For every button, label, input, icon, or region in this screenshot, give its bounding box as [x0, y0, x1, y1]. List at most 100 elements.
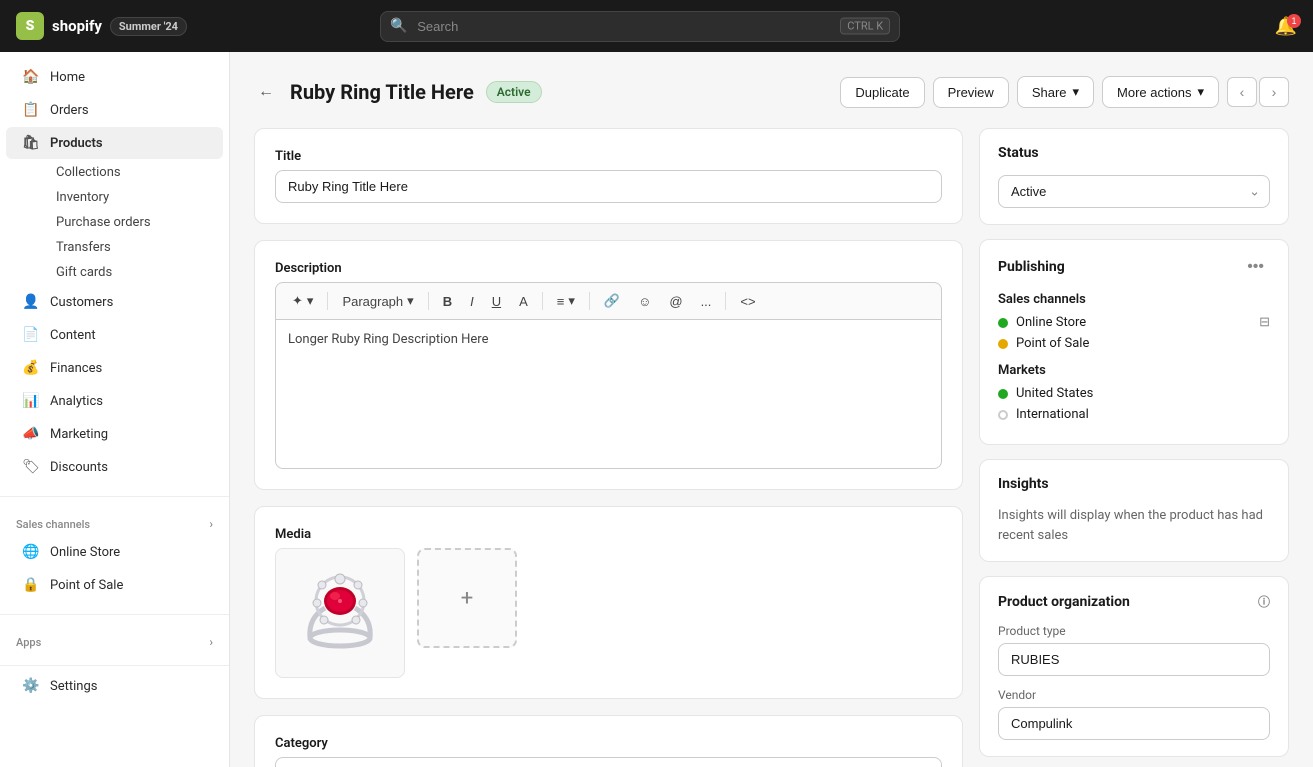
- description-card: Description ✦ ▾ Paragraph ▾ B I U: [254, 240, 963, 490]
- sidebar-item-pos[interactable]: 🔒 Point of Sale: [6, 569, 223, 601]
- online-store-publish-icon[interactable]: ⊟: [1259, 315, 1270, 330]
- online-store-channel-row: Online Store ⊟: [998, 315, 1270, 330]
- rte-align-button[interactable]: ≡ ▾: [549, 289, 583, 313]
- sidebar-item-gift-cards[interactable]: Gift cards: [44, 260, 229, 285]
- rte-font-color-button[interactable]: A: [511, 290, 536, 313]
- sales-channels-sublabel: Sales channels: [998, 292, 1270, 307]
- paragraph-label: Paragraph: [342, 294, 403, 309]
- sidebar-item-settings[interactable]: ⚙️ Settings: [6, 670, 223, 702]
- product-type-input[interactable]: [998, 643, 1270, 676]
- sidebar-item-transfers[interactable]: Transfers: [44, 235, 229, 260]
- vendor-input[interactable]: [998, 707, 1270, 740]
- organization-card: Product organization ⓘ Product type Vend…: [979, 576, 1289, 757]
- magic-icon: ✦: [292, 293, 303, 309]
- sidebar-item-analytics[interactable]: 📊 Analytics: [6, 385, 223, 417]
- nav-arrows: ‹ ›: [1227, 77, 1289, 107]
- finances-icon: 💰: [22, 359, 40, 377]
- rte-separator-3: [542, 292, 543, 310]
- sidebar-item-customers-label: Customers: [50, 295, 113, 310]
- pos-channel-row: Point of Sale: [998, 336, 1270, 351]
- align-chevron-icon: ▾: [568, 293, 575, 309]
- duplicate-button[interactable]: Duplicate: [840, 77, 924, 108]
- rte-mention-button[interactable]: @: [661, 290, 690, 313]
- publishing-more-button[interactable]: •••: [1241, 256, 1270, 278]
- media-thumbnail-1[interactable]: [275, 548, 405, 678]
- sidebar-item-finances-label: Finances: [50, 361, 102, 376]
- online-store-status-dot: [998, 318, 1008, 328]
- ruby-ring-image: [280, 553, 400, 673]
- rte-code-button[interactable]: <>: [732, 290, 763, 313]
- analytics-icon: 📊: [22, 392, 40, 410]
- sidebar-item-content-label: Content: [50, 328, 96, 343]
- rte-more-button[interactable]: ...: [693, 290, 720, 313]
- rte-paragraph-button[interactable]: Paragraph ▾: [334, 289, 421, 313]
- sales-channels-chevron[interactable]: ›: [209, 517, 213, 531]
- description-editor[interactable]: Longer Ruby Ring Description Here: [275, 319, 942, 469]
- publishing-card-title: Publishing •••: [998, 256, 1270, 278]
- marketing-icon: 📣: [22, 425, 40, 443]
- sidebar-item-online-store-label: Online Store: [50, 545, 120, 560]
- rte-bold-button[interactable]: B: [435, 290, 460, 313]
- sidebar-item-purchase-orders[interactable]: Purchase orders: [44, 210, 229, 235]
- sidebar-item-collections[interactable]: Collections: [44, 160, 229, 185]
- status-select-wrap: Active Draft Archived ⌄: [998, 175, 1270, 208]
- sidebar-item-online-store[interactable]: 🌐 Online Store: [6, 536, 223, 568]
- sales-channels-section: Sales channels › 🌐 Online Store 🔒 Point …: [0, 501, 229, 610]
- media-add-button[interactable]: +: [417, 548, 517, 648]
- sidebar-item-home-label: Home: [50, 70, 85, 85]
- add-media-icon: +: [461, 586, 473, 611]
- sidebar-item-home[interactable]: 🏠 Home: [6, 61, 223, 93]
- next-product-button[interactable]: ›: [1259, 77, 1289, 107]
- sidebar-item-finances[interactable]: 💰 Finances: [6, 352, 223, 384]
- insights-card: Insights Insights will display when the …: [979, 459, 1289, 562]
- sidebar-item-discounts[interactable]: 🏷 Discounts: [6, 451, 223, 483]
- title-input[interactable]: [275, 170, 942, 203]
- search-input[interactable]: [380, 11, 900, 42]
- rte-emoji-button[interactable]: ☺: [630, 290, 659, 313]
- sidebar-item-orders-label: Orders: [50, 103, 89, 118]
- share-button[interactable]: Share ▾: [1017, 76, 1094, 108]
- sidebar-item-marketing[interactable]: 📣 Marketing: [6, 418, 223, 450]
- rte-magic-button[interactable]: ✦ ▾: [284, 289, 321, 313]
- status-card-title: Status: [998, 145, 1270, 161]
- media-card: Media: [254, 506, 963, 699]
- top-nav: S shopify Summer '24 🔍 CTRL K 🔔 1: [0, 0, 1313, 52]
- rte-toolbar: ✦ ▾ Paragraph ▾ B I U A: [275, 282, 942, 319]
- intl-market-label: International: [1016, 407, 1089, 422]
- status-select[interactable]: Active Draft Archived: [998, 175, 1270, 208]
- rte-link-button[interactable]: 🔗: [596, 289, 628, 313]
- main-nav-section: 🏠 Home 📋 Orders 🛍 Products Collections I…: [0, 52, 229, 492]
- apps-chevron[interactable]: ›: [209, 635, 213, 649]
- rte-separator-5: [725, 292, 726, 310]
- preview-button[interactable]: Preview: [933, 77, 1009, 108]
- category-card: Category ⌄: [254, 715, 963, 767]
- prev-product-button[interactable]: ‹: [1227, 77, 1257, 107]
- title-label: Title: [275, 149, 942, 164]
- pos-icon: 🔒: [22, 576, 40, 594]
- right-column: Status Active Draft Archived ⌄ Publishin…: [979, 128, 1289, 767]
- category-select[interactable]: [275, 757, 942, 767]
- sidebar-item-inventory[interactable]: Inventory: [44, 185, 229, 210]
- back-button[interactable]: ←: [254, 79, 278, 105]
- more-actions-button[interactable]: More actions ▾: [1102, 76, 1219, 108]
- customers-icon: 👤: [22, 293, 40, 311]
- sidebar-item-products[interactable]: 🛍 Products: [6, 127, 223, 159]
- notification-badge: 1: [1287, 14, 1301, 28]
- apps-section: Apps ›: [0, 619, 229, 661]
- notifications-button[interactable]: 🔔 1: [1275, 16, 1297, 37]
- settings-icon: ⚙️: [22, 677, 40, 695]
- organization-title: Product organization ⓘ: [998, 593, 1270, 610]
- online-store-channel-label: Online Store: [1016, 315, 1086, 330]
- rte-italic-button[interactable]: I: [462, 290, 482, 313]
- products-submenu: Collections Inventory Purchase orders Tr…: [0, 160, 229, 285]
- sidebar-item-content[interactable]: 📄 Content: [6, 319, 223, 351]
- description-label: Description: [275, 261, 942, 276]
- product-header: ← Ruby Ring Title Here Active Duplicate …: [254, 76, 1289, 108]
- us-market-dot: [998, 389, 1008, 399]
- rte-underline-button[interactable]: U: [484, 290, 509, 313]
- sidebar-item-customers[interactable]: 👤 Customers: [6, 286, 223, 318]
- sidebar-item-orders[interactable]: 📋 Orders: [6, 94, 223, 126]
- insights-body: Insights will display when the product h…: [998, 506, 1270, 545]
- products-icon: 🛍: [22, 134, 40, 152]
- rte-separator-1: [327, 292, 328, 310]
